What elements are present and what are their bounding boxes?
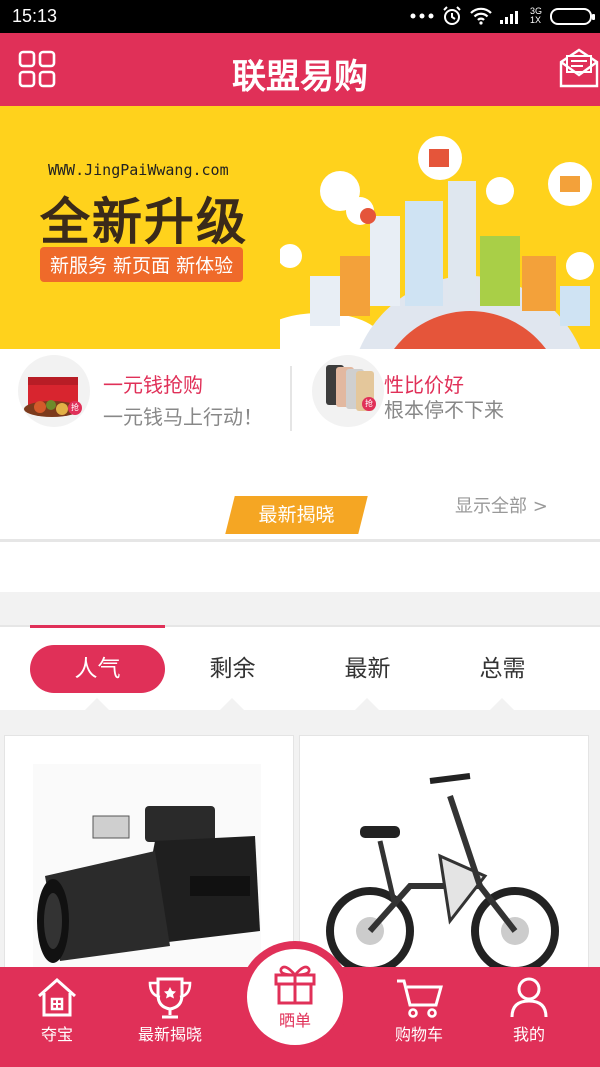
tab-notch — [83, 698, 111, 712]
phones-image — [326, 365, 374, 411]
nav-treasure[interactable]: 夺宝 — [2, 975, 112, 1045]
nav-profile[interactable]: 我的 — [474, 975, 584, 1045]
promo-badge: 抢 — [68, 401, 82, 415]
wifi-icon — [470, 7, 492, 25]
ebike-image — [326, 773, 559, 974]
tab-popularity[interactable]: 人气 — [30, 645, 165, 693]
promo-title: 一元钱抢购 — [103, 373, 203, 397]
status-icons: 3G 1X — [410, 6, 595, 26]
app-header: 联盟易购 — [0, 33, 600, 106]
nav-label: 最新揭晓 — [137, 1025, 202, 1044]
product-card-ebike[interactable] — [299, 735, 589, 975]
show-order-inner: 晒单 — [247, 949, 343, 1045]
city-illustration — [280, 136, 594, 349]
camcorder-image — [33, 764, 261, 974]
reveal-list-area — [0, 542, 600, 592]
nav-label: 夺宝 — [40, 1025, 73, 1044]
sort-tabs: 人气 剩余 最新 总需 — [0, 625, 600, 712]
status-bar: 15:13 3G 1X — [0, 0, 600, 33]
nav-label: 我的 — [512, 1025, 545, 1044]
banner-url: WWW.JingPaiWwang.com — [48, 161, 229, 179]
promo-divider — [290, 366, 292, 431]
promo-banner[interactable]: WWW.JingPaiWwang.com 全新升级 新服务 新页面 新体验 — [0, 106, 600, 349]
promo-thumb-phones — [312, 355, 384, 427]
promo-desc: 一元钱马上行动！ — [103, 405, 263, 429]
product-card-camcorder[interactable] — [4, 735, 294, 975]
show-all-link[interactable]: 显示全部 > — [455, 492, 548, 518]
promo-one-yuan[interactable]: 抢 一元钱抢购 一元钱马上行动！ — [0, 349, 290, 449]
promo-thumb-gift-box — [18, 355, 90, 427]
network-type: 3G 1X — [530, 7, 542, 25]
tab-indicator — [30, 625, 165, 628]
tab-remaining[interactable]: 剩余 — [165, 645, 300, 693]
network-sub-label: 1X — [529, 15, 541, 25]
nav-label: 晒单 — [278, 1011, 311, 1030]
tab-notch — [353, 698, 381, 712]
nav-latest-reveal[interactable]: 最新揭晓 — [115, 975, 225, 1045]
user-icon — [510, 977, 548, 1018]
trophy-icon — [148, 977, 192, 1019]
latest-reveal-tag: 最新揭晓 — [225, 496, 368, 534]
message-icon[interactable] — [558, 48, 600, 88]
signal-icon — [499, 11, 518, 24]
dots-icon — [410, 13, 434, 19]
promo-desc: 根本停不下来 — [384, 398, 504, 422]
tab-notch — [488, 698, 516, 712]
bottom-navigation: 夺宝 最新揭晓 晒单 购物车 我的 — [0, 941, 600, 1067]
banner-headline: 全新升级 — [40, 193, 248, 251]
gift-box-image — [24, 377, 80, 417]
promo-section: 抢 一元钱抢购 一元钱马上行动！ 抢 性比价好 根本停不下来 最新揭晓 显示全部… — [0, 349, 600, 539]
gift-icon — [274, 965, 316, 1005]
banner-subline: 新服务 新页面 新体验 — [40, 247, 244, 282]
tab-newest[interactable]: 最新 — [300, 645, 435, 693]
cart-icon — [397, 979, 443, 1018]
promo-badge: 抢 — [362, 397, 376, 411]
nav-show-order[interactable]: 晒单 — [239, 941, 351, 1053]
battery-icon — [550, 7, 595, 25]
status-time: 15:13 — [12, 6, 58, 26]
nav-label: 购物车 — [394, 1025, 443, 1044]
home-icon — [38, 977, 76, 1017]
promo-value[interactable]: 抢 性比价好 根本停不下来 — [300, 349, 600, 449]
nav-cart[interactable]: 购物车 — [364, 975, 474, 1045]
tab-notch — [218, 698, 246, 712]
alarm-icon — [443, 6, 461, 25]
app-title: 联盟易购 — [232, 57, 368, 97]
latest-reveal-label: 最新揭晓 — [258, 504, 335, 526]
tab-total[interactable]: 总需 — [435, 645, 570, 693]
